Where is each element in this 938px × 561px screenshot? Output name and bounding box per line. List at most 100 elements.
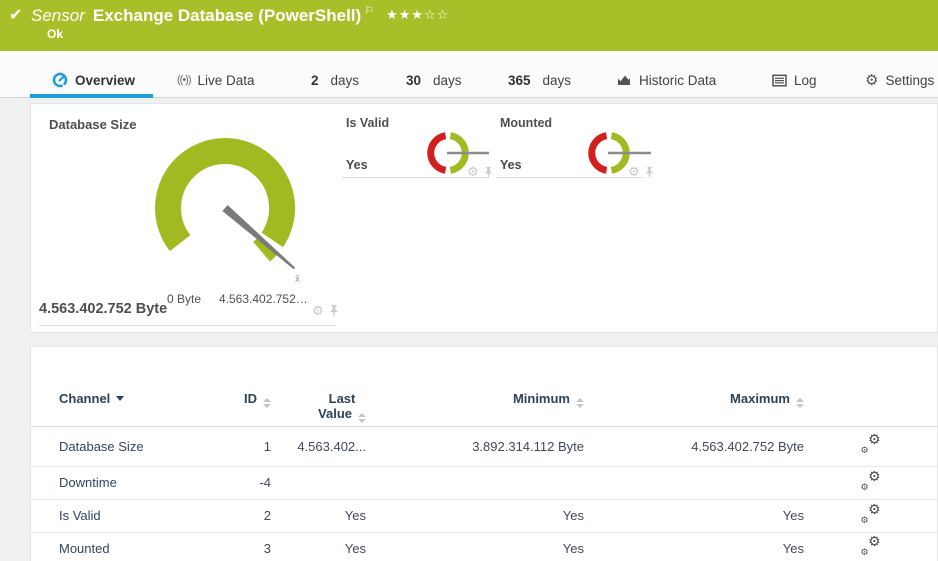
gauge-database-size-title: Database Size — [49, 117, 136, 132]
channel-minimum — [366, 466, 584, 499]
gauges-panel: Database Size x̄ 0 Byte 4.563.402.752… 4… — [30, 103, 938, 333]
channel-maximum: Yes — [584, 532, 804, 561]
mean-marker: x̄ — [295, 274, 300, 285]
tile-tools-database-size: ⚙ — [312, 304, 339, 317]
pin-icon[interactable] — [484, 166, 493, 178]
table-row-downtime: Downtime -4 ⚙⚙ — [31, 466, 937, 499]
gear-icon: ⚙ — [865, 71, 878, 89]
tab-30-days-number: 30 — [406, 73, 421, 88]
sensor-header: ✔ Sensor Exchange Database (PowerShell)⚐ ★… — [0, 0, 938, 51]
broadcast-icon: ((•)) — [177, 74, 191, 86]
gear-icon: ⚙ — [868, 432, 881, 446]
status-ok-check-icon: ✔ — [9, 5, 22, 25]
gear-icon: ⚙ — [868, 502, 881, 516]
tab-settings-label: Settings — [885, 73, 934, 88]
star-rating[interactable]: ★★★☆☆ — [386, 7, 449, 22]
channel-minimum: 3.892.314.112 Byte — [366, 426, 584, 466]
gear-small-icon: ⚙ — [861, 548, 869, 557]
mounted-value: Yes — [500, 158, 522, 172]
tab-live-data-label: Live Data — [198, 73, 255, 88]
channel-maximum — [584, 466, 804, 499]
tile-gear-icon[interactable]: ⚙ — [312, 304, 324, 317]
sort-arrows-icon — [358, 413, 366, 423]
database-size-value: 4.563.402.752 Byte — [39, 301, 167, 317]
tab-log-label: Log — [794, 73, 817, 88]
channel-maximum: Yes — [584, 499, 804, 532]
col-header-last-label: Last — [329, 391, 356, 406]
database-size-gauge: x̄ — [149, 129, 329, 294]
gauge-scale-min: 0 Byte — [167, 292, 201, 306]
channel-id: 3 — [221, 532, 271, 561]
channel-table-panel: Channel ID LastValue Minimum Maximum Dat… — [30, 346, 938, 561]
col-header-maximum-label: Maximum — [730, 391, 790, 406]
channel-settings-icon[interactable]: ⚙⚙ — [861, 506, 881, 523]
col-header-actions — [804, 347, 937, 426]
channel-settings-icon[interactable]: ⚙⚙ — [861, 538, 881, 555]
channel-minimum: Yes — [366, 532, 584, 561]
col-header-value-label: Value — [318, 406, 352, 421]
sensor-name: Exchange Database (PowerShell) — [93, 6, 361, 25]
channel-settings-icon[interactable]: ⚙⚙ — [861, 473, 881, 490]
channel-name[interactable]: Downtime — [31, 466, 221, 499]
tab-365-days[interactable]: 365 days — [508, 66, 571, 94]
gauge-icon — [52, 72, 68, 88]
tab-log[interactable]: Log — [772, 66, 817, 94]
tab-live-data[interactable]: ((•)) Live Data — [177, 66, 255, 94]
gear-icon: ⚙ — [868, 469, 881, 483]
log-list-icon — [772, 74, 787, 87]
col-header-channel[interactable]: Channel — [31, 347, 221, 426]
gauge-is-valid-title: Is Valid — [346, 116, 389, 130]
tile-divider — [39, 325, 336, 326]
tab-2-days-label: days — [331, 73, 360, 88]
tab-historic-data-label: Historic Data — [639, 73, 716, 88]
tab-overview[interactable]: Overview — [52, 66, 135, 94]
col-header-maximum[interactable]: Maximum — [584, 347, 804, 426]
tile-divider — [497, 177, 643, 178]
col-header-id-label: ID — [244, 391, 257, 406]
tab-bar: Overview ((•)) Live Data 2 days 30 days 36… — [0, 51, 938, 98]
stars-empty: ☆☆ — [424, 7, 449, 22]
pin-icon[interactable] — [645, 166, 654, 178]
channel-name[interactable]: Mounted — [31, 532, 221, 561]
channel-name[interactable]: Is Valid — [31, 499, 221, 532]
col-header-last-value[interactable]: LastValue — [271, 347, 366, 426]
channel-last-value — [271, 466, 366, 499]
tab-historic-data[interactable]: Historic Data — [616, 66, 716, 94]
channel-id: 2 — [221, 499, 271, 532]
gear-small-icon: ⚙ — [861, 446, 869, 455]
gear-small-icon: ⚙ — [861, 516, 869, 525]
channel-id: -4 — [221, 466, 271, 499]
tab-2-days-number: 2 — [311, 73, 319, 88]
stars-filled: ★★★ — [386, 7, 424, 22]
tab-365-days-number: 365 — [508, 73, 531, 88]
tab-overview-label: Overview — [75, 73, 135, 88]
tab-settings[interactable]: ⚙ Settings — [865, 66, 934, 94]
channel-last-value: Yes — [271, 532, 366, 561]
tab-30-days[interactable]: 30 days — [406, 66, 462, 94]
table-row-mounted: Mounted 3 Yes Yes Yes ⚙⚙ — [31, 532, 937, 561]
sensor-status-badge: Ok — [47, 27, 63, 41]
tab-2-days[interactable]: 2 days — [311, 66, 359, 94]
col-header-channel-label: Channel — [59, 391, 110, 406]
gear-small-icon: ⚙ — [861, 483, 869, 492]
gauge-mounted-title: Mounted — [500, 116, 552, 130]
channel-id: 1 — [221, 426, 271, 466]
tab-365-days-label: days — [543, 73, 572, 88]
gear-icon: ⚙ — [868, 534, 881, 548]
pin-icon[interactable] — [329, 304, 339, 317]
area-chart-icon — [616, 73, 632, 87]
sorted-desc-icon — [116, 396, 124, 401]
channel-settings-icon[interactable]: ⚙⚙ — [861, 436, 881, 453]
channel-minimum: Yes — [366, 499, 584, 532]
sort-arrows-icon — [263, 398, 271, 408]
channel-maximum: 4.563.402.752 Byte — [584, 426, 804, 466]
col-header-id[interactable]: ID — [221, 347, 271, 426]
table-row-database-size: Database Size 1 4.563.402... 3.892.314.1… — [31, 426, 937, 466]
col-header-minimum[interactable]: Minimum — [366, 347, 584, 426]
tab-30-days-label: days — [433, 73, 462, 88]
gauge-scale-max: 4.563.402.752… — [219, 292, 308, 306]
object-kind-label: Sensor — [31, 6, 85, 25]
flag-icon[interactable]: ⚐ — [364, 5, 374, 17]
channel-table: Channel ID LastValue Minimum Maximum Dat… — [31, 347, 937, 561]
channel-name[interactable]: Database Size — [31, 426, 221, 466]
